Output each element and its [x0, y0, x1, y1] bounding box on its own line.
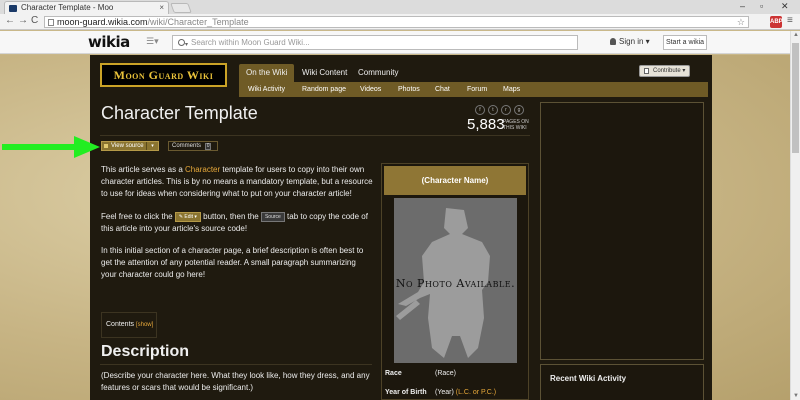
- infobox-title: (Character Name): [384, 166, 526, 195]
- character-image[interactable]: No Photo Available.: [394, 198, 517, 363]
- summary-paragraph: In this initial section of a character p…: [101, 246, 364, 279]
- hub-menu-icon[interactable]: ☰▾: [146, 36, 159, 47]
- page-count: 5,883: [467, 116, 505, 133]
- description-paragraph: (Describe your character here. What they…: [101, 371, 370, 392]
- contribute-label: Contribute ▾: [653, 68, 686, 74]
- url-input[interactable]: moon-guard.wikia.com/wiki/Character_Temp…: [44, 16, 749, 28]
- subnav-videos[interactable]: Videos: [360, 82, 381, 97]
- edit-instructions-paragraph: Feel free to click the ✎ Edit ▾ button, …: [101, 211, 373, 235]
- recent-activity-module: Recent Wiki Activity: [540, 364, 704, 400]
- wikia-logo[interactable]: wikia: [88, 33, 130, 51]
- comments-label: Comments: [172, 143, 202, 149]
- reload-icon[interactable]: C: [31, 15, 38, 26]
- race-key: Race: [385, 370, 402, 377]
- url-path: /wiki/Character_Template: [147, 17, 249, 27]
- sign-in-label: Sign in ▾: [619, 37, 650, 46]
- scroll-up-icon[interactable]: ▲: [793, 32, 799, 38]
- wikia-global-nav: wikia ☰▾ ▾ Search within Moon Guard Wiki…: [0, 31, 800, 54]
- inline-source-tab: Source: [260, 212, 285, 222]
- chevron-down-icon[interactable]: ▾: [146, 142, 158, 150]
- yob-key: Year of Birth: [385, 389, 427, 396]
- search-caret-icon: ▾: [185, 42, 189, 48]
- intro-paragraph: This article serves as a Character templ…: [101, 164, 373, 200]
- no-photo-caption: No Photo Available.: [395, 277, 516, 290]
- inline-edit-button: ✎ Edit ▾: [174, 212, 201, 222]
- page-title: Character Template: [101, 103, 258, 123]
- green-arrow-annotation-icon: [2, 136, 100, 158]
- back-icon[interactable]: ←: [5, 15, 15, 26]
- browser-tab-title: Character Template - Moo: [21, 3, 114, 12]
- close-window-icon[interactable]: ✕: [781, 1, 789, 12]
- wiki-subnav: Wiki Activity Random page Videos Photos …: [239, 82, 708, 97]
- moon-guard-wiki-logo[interactable]: Moon Guard Wiki: [100, 63, 227, 87]
- scrollbar-thumb[interactable]: [792, 43, 799, 153]
- character-infobox: (Character Name) No Photo Available. Rac…: [381, 163, 529, 400]
- toc-show-link[interactable]: [show]: [136, 322, 153, 328]
- subnav-wiki-activity[interactable]: Wiki Activity: [248, 82, 285, 97]
- intro-text-a: This article serves as a: [101, 165, 186, 174]
- search-icon: [178, 39, 185, 46]
- tab-wiki-content[interactable]: Wiki Content: [295, 64, 354, 82]
- subnav-maps[interactable]: Maps: [503, 82, 520, 97]
- search-placeholder: Search within Moon Guard Wiki...: [191, 38, 310, 47]
- yob-era-link[interactable]: (L.C. or P.C.): [456, 389, 496, 396]
- table-of-contents: Contents [show]: [101, 312, 157, 338]
- character-link[interactable]: Character: [185, 165, 220, 174]
- edit-text-b: button, then the: [200, 212, 261, 221]
- page-scrollbar[interactable]: ▲ ▼: [790, 31, 800, 400]
- facebook-icon[interactable]: f: [475, 105, 485, 115]
- user-icon: [610, 38, 616, 45]
- address-bar-row: ← → C moon-guard.wikia.com/wiki/Characte…: [0, 14, 800, 30]
- yob-value: (Year) (L.C. or P.C.): [435, 389, 496, 396]
- wikia-favicon-icon: [9, 5, 17, 12]
- comments-count-badge: 0: [204, 143, 212, 150]
- title-divider: [100, 135, 530, 136]
- lock-icon: [104, 144, 108, 148]
- tab-community[interactable]: Community: [351, 64, 405, 82]
- close-tab-icon[interactable]: ×: [159, 3, 164, 12]
- subnav-chat[interactable]: Chat: [435, 82, 450, 97]
- subnav-photos[interactable]: Photos: [398, 82, 420, 97]
- page-count-label: PAGES ON THIS WIKI: [503, 119, 529, 131]
- section-divider: [100, 364, 372, 365]
- document-icon: [644, 68, 649, 74]
- google-plus-icon[interactable]: g: [514, 105, 524, 115]
- sign-in-link[interactable]: Sign in ▾: [610, 37, 650, 46]
- forward-icon[interactable]: →: [18, 15, 28, 26]
- description-heading: Description: [101, 343, 190, 360]
- twitter-icon[interactable]: t: [488, 105, 498, 115]
- race-value: (Race): [435, 370, 457, 377]
- rail-ad-box: [540, 102, 704, 360]
- toc-label: Contents: [106, 321, 136, 328]
- yob-year: (Year): [435, 389, 456, 396]
- search-input[interactable]: ▾ Search within Moon Guard Wiki...: [172, 35, 578, 50]
- browser-menu-icon[interactable]: ≡: [787, 15, 793, 26]
- reddit-icon[interactable]: r: [501, 105, 511, 115]
- page-icon: [48, 19, 54, 26]
- url-host: moon-guard.wikia.com: [57, 17, 148, 27]
- subnav-forum[interactable]: Forum: [467, 82, 487, 97]
- start-wikia-button[interactable]: Start a wikia: [663, 35, 707, 50]
- contribute-button[interactable]: Contribute ▾: [639, 65, 690, 77]
- scroll-down-icon[interactable]: ▼: [793, 393, 799, 399]
- view-source-button[interactable]: View source ▾: [101, 141, 159, 151]
- maximize-icon[interactable]: ▫: [760, 1, 763, 11]
- recent-activity-heading: Recent Wiki Activity: [550, 374, 627, 383]
- adblock-extension-icon[interactable]: ABP: [770, 16, 783, 28]
- minimize-icon[interactable]: –: [740, 1, 745, 11]
- tab-on-the-wiki[interactable]: On the Wiki: [239, 64, 295, 82]
- browser-tab-bar: Character Template - Moo × – ▫ ✕: [0, 0, 800, 14]
- browser-tab[interactable]: Character Template - Moo ×: [4, 1, 169, 14]
- comments-button[interactable]: Comments 0: [168, 141, 218, 151]
- new-tab-button[interactable]: [170, 3, 192, 13]
- view-source-label: View source: [111, 143, 144, 149]
- edit-text-a: Feel free to click the: [101, 212, 175, 221]
- subnav-random-page[interactable]: Random page: [302, 82, 346, 97]
- bookmark-star-icon[interactable]: ☆: [737, 17, 745, 27]
